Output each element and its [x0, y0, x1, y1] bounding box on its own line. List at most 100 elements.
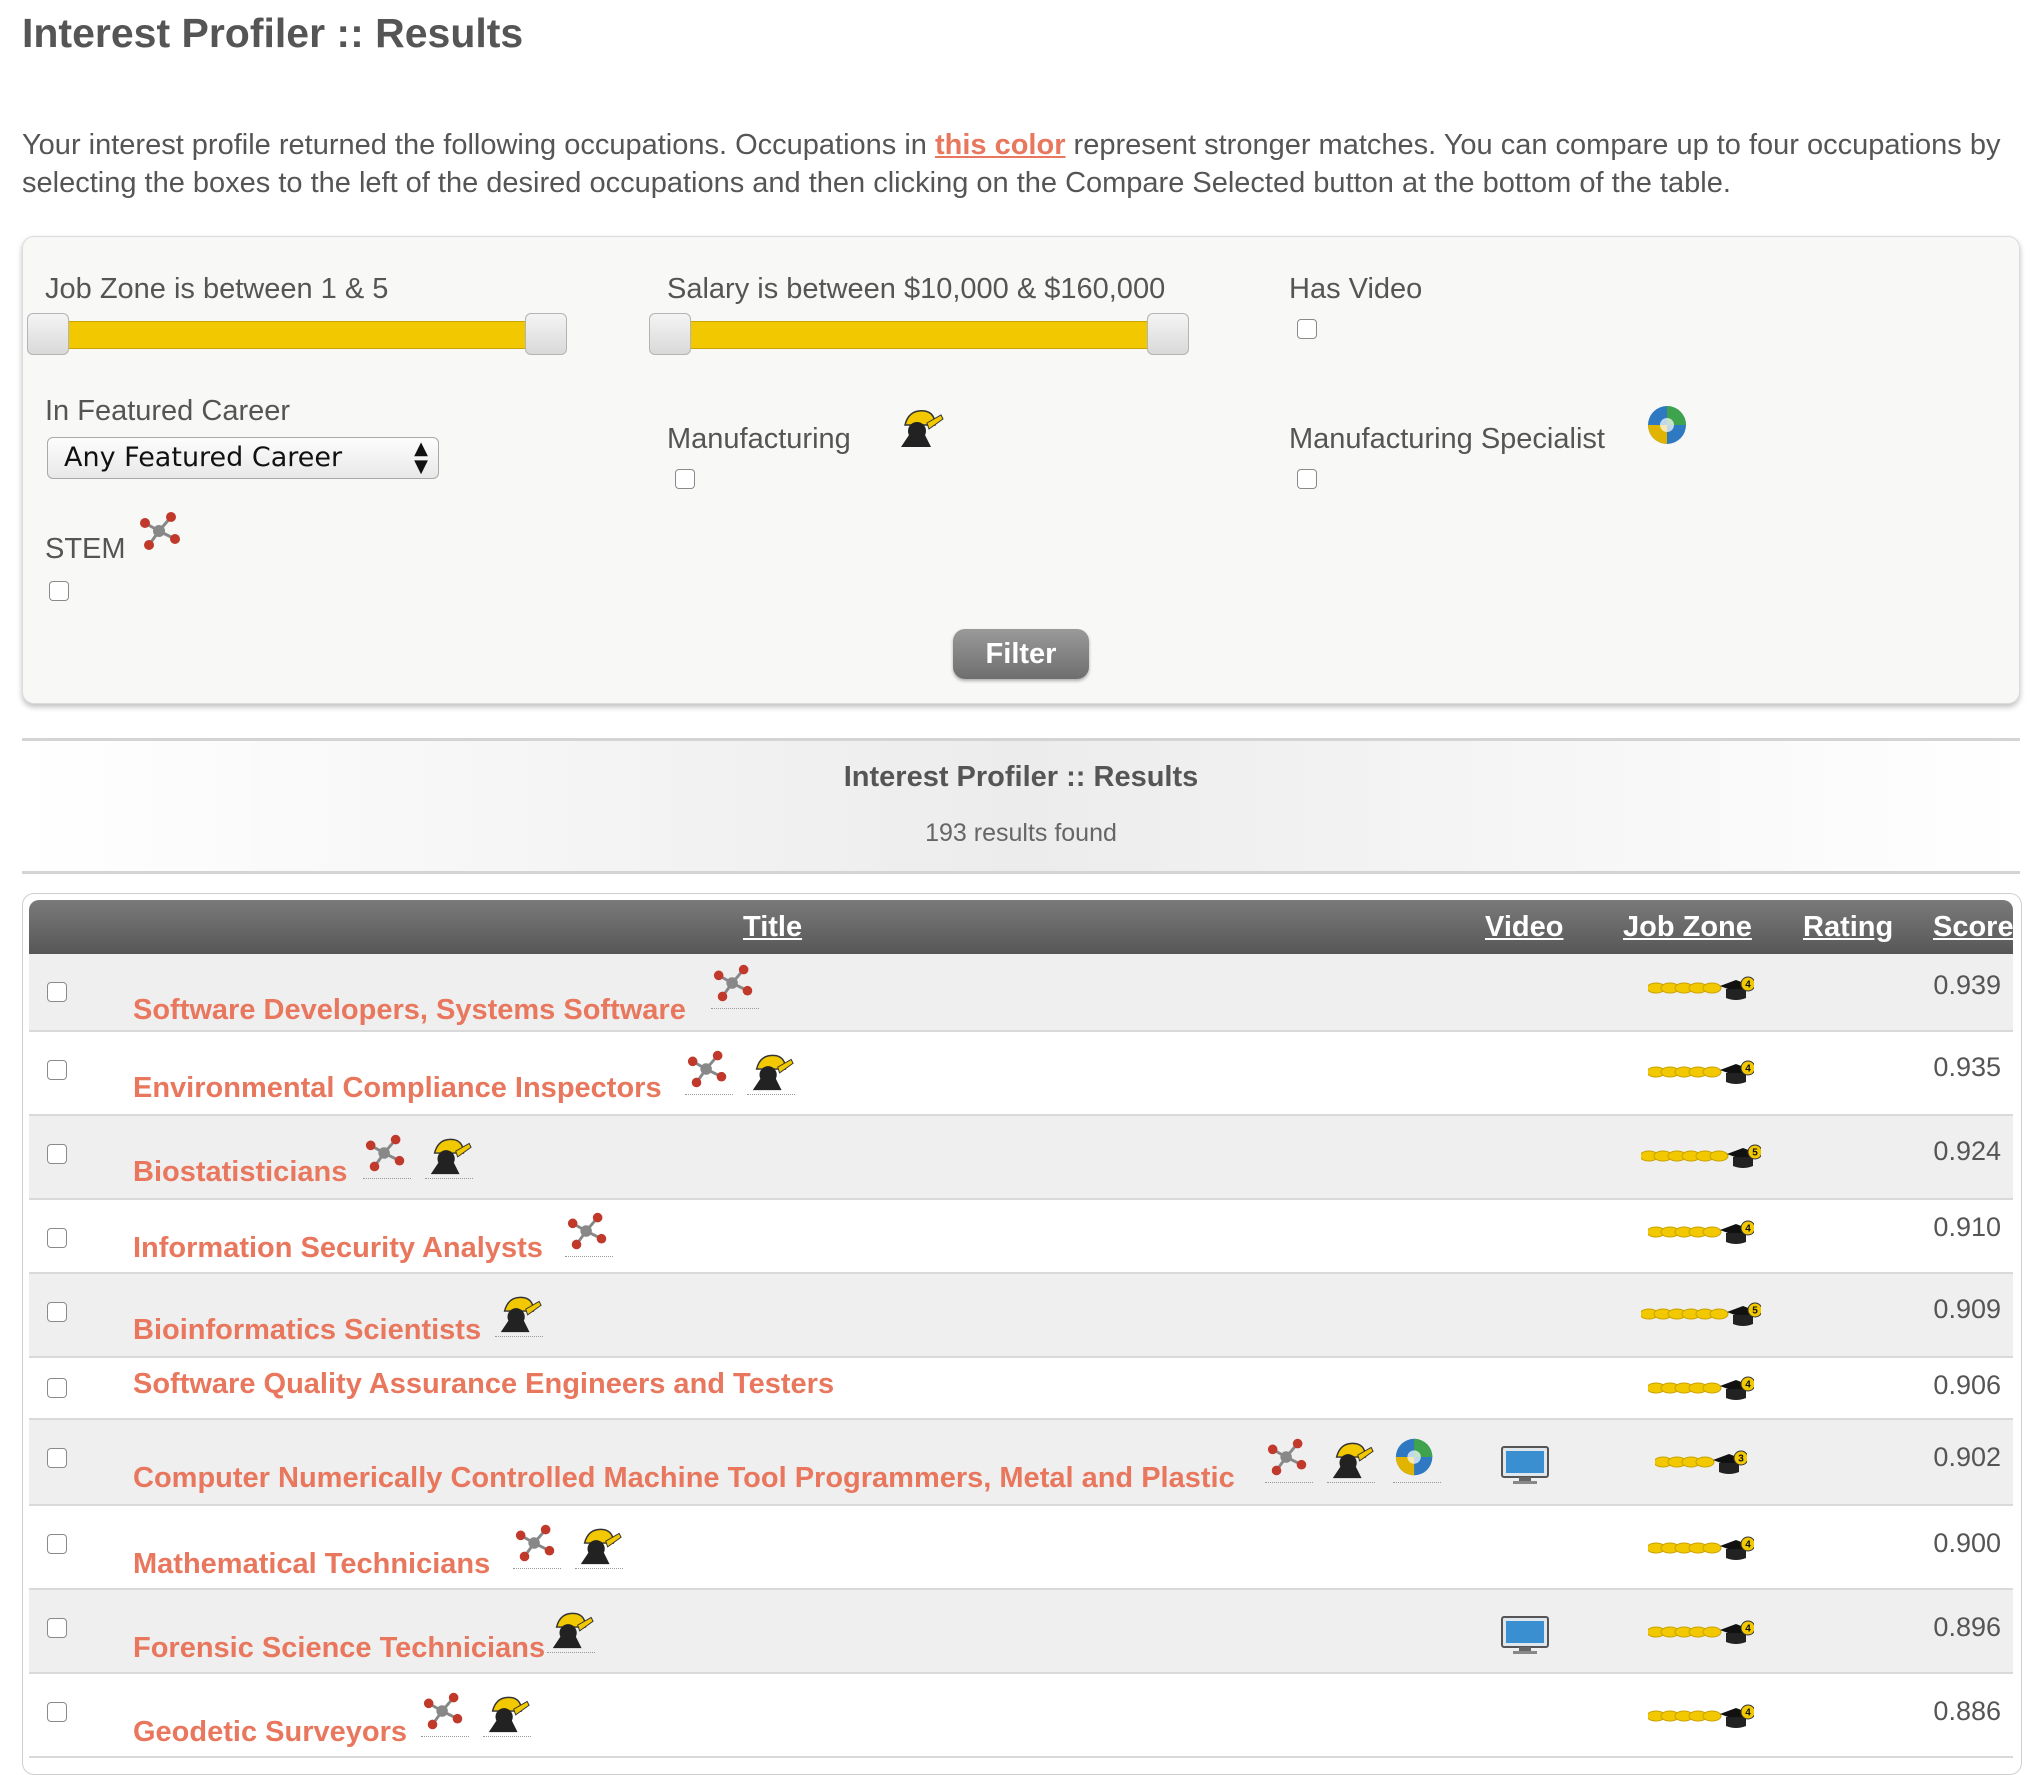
job-zone-slider[interactable] — [27, 313, 567, 355]
row-score: 0.910 — [1933, 1212, 2001, 1242]
row-compare-checkbox[interactable] — [47, 1618, 67, 1638]
svg-text:5: 5 — [1752, 1148, 1758, 1159]
svg-text:4: 4 — [1745, 1708, 1751, 1719]
hardhat-worker-icon — [901, 410, 944, 447]
hardhat-worker-icon — [425, 1138, 473, 1179]
row-score: 0.924 — [1933, 1136, 2001, 1166]
occupation-title-link[interactable]: Software Developers, Systems Software — [133, 994, 686, 1027]
row-compare-checkbox[interactable] — [47, 1534, 67, 1554]
job-zone-column-header[interactable]: Job Zone — [1623, 900, 1752, 954]
row-compare-checkbox[interactable] — [47, 1448, 67, 1468]
stem-checkbox[interactable] — [49, 581, 69, 601]
salary-max-handle[interactable] — [1147, 313, 1189, 355]
salary-slider[interactable] — [649, 313, 1189, 355]
job-zone-icon: 4 — [1648, 1220, 1754, 1244]
table-row: Biostatisticians 5 0.924 — [29, 1116, 2013, 1200]
molecule-icon — [711, 964, 759, 1009]
hardhat-worker-icon — [483, 1696, 531, 1737]
job-zone-min-handle[interactable] — [27, 313, 69, 355]
featured-career-select-value: Any Featured Career — [64, 442, 343, 473]
title-column-header[interactable]: Title — [743, 900, 802, 954]
job-zone-slider-track — [27, 321, 567, 349]
hardhat-worker-icon — [1327, 1442, 1375, 1483]
occupation-title-link[interactable]: Mathematical Technicians — [133, 1548, 490, 1581]
row-compare-checkbox[interactable] — [47, 1060, 67, 1080]
row-score: 0.939 — [1933, 970, 2001, 1000]
occupation-title-link[interactable]: Information Security Analysts — [133, 1232, 543, 1265]
featured-career-label: In Featured Career — [45, 395, 291, 427]
svg-text:4: 4 — [1745, 1540, 1751, 1551]
color-legend-link[interactable]: this color — [935, 129, 1066, 161]
svg-text:3: 3 — [1738, 1454, 1744, 1465]
page-title: Interest Profiler :: Results — [22, 10, 524, 56]
row-compare-checkbox[interactable] — [47, 1378, 67, 1398]
salary-slider-track — [649, 321, 1189, 349]
row-compare-checkbox[interactable] — [47, 1228, 67, 1248]
table-row: Geodetic Surveyors 4 0.886 — [29, 1674, 2013, 1758]
molecule-icon — [1265, 1438, 1313, 1483]
row-compare-checkbox[interactable] — [47, 1144, 67, 1164]
results-header: Interest Profiler :: Results 193 results… — [22, 738, 2020, 874]
row-score: 0.896 — [1933, 1612, 2001, 1642]
occupation-title-link[interactable]: Environmental Compliance Inspectors — [133, 1072, 662, 1105]
svg-text:4: 4 — [1745, 1224, 1751, 1235]
hardhat-worker-icon — [547, 1612, 595, 1653]
manufacturing-checkbox[interactable] — [675, 469, 695, 489]
row-score: 0.909 — [1933, 1294, 2001, 1324]
job-zone-icon: 5 — [1641, 1144, 1761, 1168]
table-row: Forensic Science Technicians 4 0.896 — [29, 1590, 2013, 1674]
svg-text:4: 4 — [1745, 980, 1751, 991]
molecule-icon — [685, 1050, 733, 1095]
svg-text:5: 5 — [1752, 1306, 1758, 1317]
table-row: Software Developers, Systems Software 4 0.… — [29, 954, 2013, 1032]
score-column-header[interactable]: Score — [1933, 900, 2014, 954]
stem-label: STEM — [45, 533, 126, 565]
table-row: Computer Numerically Controlled Machine … — [29, 1420, 2013, 1506]
results-count: 193 results found — [925, 819, 1117, 847]
row-compare-checkbox[interactable] — [47, 1702, 67, 1722]
occupation-title-link[interactable]: Bioinformatics Scientists — [133, 1314, 481, 1347]
job-zone-label: Job Zone is between 1 & 5 — [45, 273, 389, 305]
job-zone-icon: 4 — [1648, 1620, 1754, 1644]
molecule-icon — [363, 1134, 411, 1179]
has-video-checkbox[interactable] — [1297, 319, 1317, 339]
molecule-icon — [140, 512, 180, 550]
svg-text:4: 4 — [1745, 1380, 1751, 1391]
salary-min-handle[interactable] — [649, 313, 691, 355]
occupation-title-link[interactable]: Biostatisticians — [133, 1156, 347, 1189]
row-compare-checkbox[interactable] — [47, 982, 67, 1002]
row-score: 0.906 — [1933, 1370, 2001, 1400]
occupation-title-link[interactable]: Computer Numerically Controlled Machine … — [133, 1462, 1235, 1495]
table-row: Environmental Compliance Inspectors 4 0.93… — [29, 1032, 2013, 1116]
occupation-title-link[interactable]: Forensic Science Technicians — [133, 1632, 545, 1665]
featured-career-select[interactable]: Any Featured Career ▲ ▼ — [47, 437, 439, 479]
table-row: Information Security Analysts 4 0.910 — [29, 1200, 2013, 1274]
video-column-header[interactable]: Video — [1485, 900, 1563, 954]
select-arrows-icon: ▲ ▼ — [414, 438, 428, 477]
job-zone-max-handle[interactable] — [525, 313, 567, 355]
row-score: 0.902 — [1933, 1442, 2001, 1472]
molecule-icon — [565, 1212, 613, 1257]
table-header: Title Video Job Zone Rating Score — [29, 900, 2014, 954]
molecule-icon — [421, 1692, 469, 1737]
hardhat-worker-icon — [495, 1296, 543, 1337]
molecule-icon — [513, 1524, 561, 1569]
manufacturing-specialist-checkbox[interactable] — [1297, 469, 1317, 489]
occupation-title-link[interactable]: Software Quality Assurance Engineers and… — [133, 1368, 834, 1401]
page: Interest Profiler :: Results Your intere… — [0, 0, 2044, 1775]
job-zone-icon: 4 — [1648, 1376, 1754, 1400]
results-table: Title Video Job Zone Rating Score Softwa… — [22, 893, 2022, 1775]
job-zone-icon: 5 — [1641, 1302, 1761, 1326]
occupation-title-link[interactable]: Geodetic Surveyors — [133, 1716, 407, 1749]
rating-column-header[interactable]: Rating — [1803, 900, 1893, 954]
monitor-video-icon[interactable] — [1501, 1446, 1549, 1484]
row-score: 0.900 — [1933, 1528, 2001, 1558]
row-score: 0.886 — [1933, 1696, 2001, 1726]
filter-button[interactable]: Filter — [953, 629, 1089, 679]
monitor-video-icon[interactable] — [1501, 1616, 1549, 1654]
table-row: Mathematical Technicians 4 0.900 — [29, 1506, 2013, 1590]
row-compare-checkbox[interactable] — [47, 1302, 67, 1322]
job-zone-icon: 3 — [1655, 1450, 1747, 1474]
job-zone-icon: 4 — [1648, 1060, 1754, 1084]
intro-text: Your interest profile returned the follo… — [22, 126, 2022, 202]
